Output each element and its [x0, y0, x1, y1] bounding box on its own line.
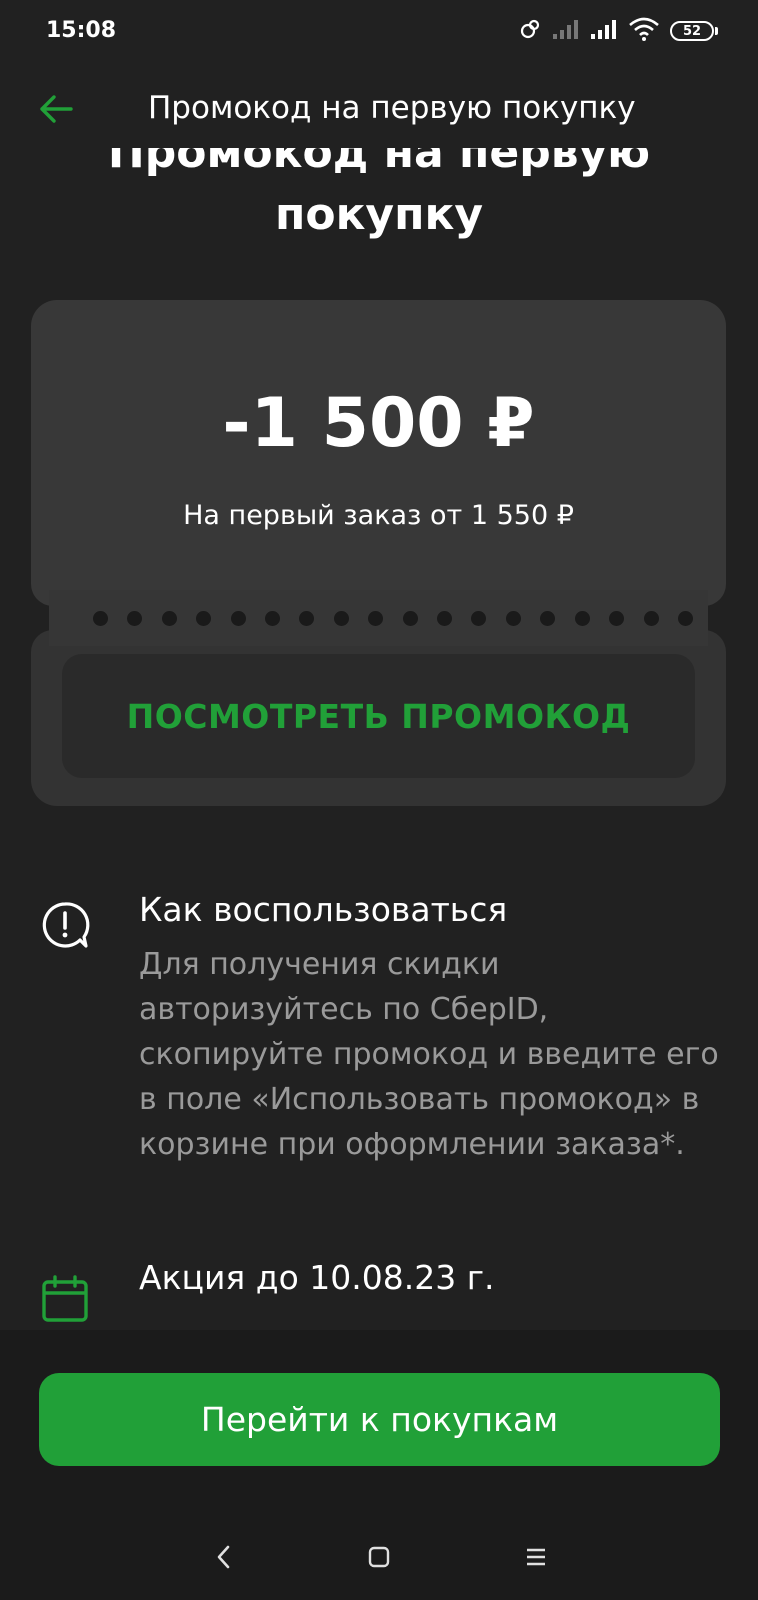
battery-icon: 52 [670, 21, 718, 41]
bottom-panel: Перейти к покупкам [0, 1330, 758, 1600]
app-bar: Промокод на первую покупку [0, 76, 758, 148]
promo-period-title: Акция до 10.08.23 г. [139, 1258, 495, 1297]
app-bar-title: Промокод на первую покупку [148, 90, 636, 126]
page-title: Промокод на первую покупку [107, 148, 651, 240]
system-nav-bar [0, 1520, 758, 1600]
recents-nav-icon[interactable] [506, 1532, 566, 1582]
status-bar: 15:08 52 [0, 0, 758, 64]
discount-condition: На первый заказ от 1 550 ₽ [183, 500, 574, 531]
info-message-icon [40, 900, 90, 950]
signal-icon [552, 18, 580, 44]
show-promocode-button[interactable]: ПОСМОТРЕТЬ ПРОМОКОД [62, 654, 695, 778]
back-button[interactable] [30, 86, 80, 136]
battery-level: 52 [670, 21, 714, 41]
promo-coupon-card: -1 500 ₽ На первый заказ от 1 550 ₽ ПОСМ… [31, 300, 726, 806]
status-icons: 52 [518, 16, 718, 46]
go-shopping-button[interactable]: Перейти к покупкам [39, 1373, 720, 1466]
discount-amount: -1 500 ₽ [222, 384, 535, 463]
wifi-icon [628, 17, 660, 45]
status-time: 15:08 [46, 18, 117, 43]
how-to-use-title: Как воспользоваться [139, 890, 508, 929]
calendar-icon [40, 1274, 90, 1324]
back-nav-icon[interactable] [194, 1532, 254, 1582]
page-title-container: Промокод на первую покупку [0, 148, 758, 280]
arrow-left-icon [37, 94, 73, 128]
home-nav-icon[interactable] [349, 1532, 409, 1582]
perforation-dots [93, 610, 693, 626]
how-to-use-text: Для получения скидки авторизуйтесь по Сб… [139, 947, 719, 1162]
link-icon [518, 17, 542, 45]
signal-icon [590, 18, 618, 44]
